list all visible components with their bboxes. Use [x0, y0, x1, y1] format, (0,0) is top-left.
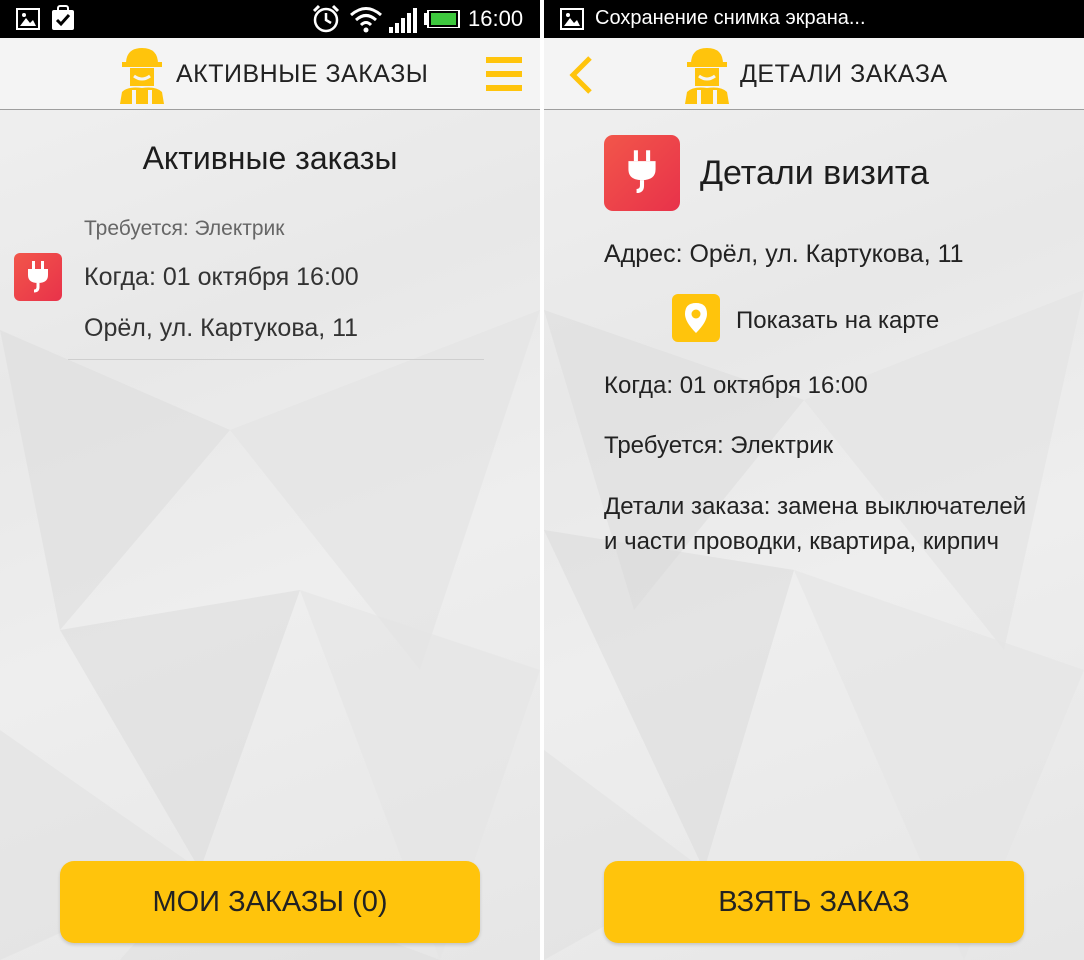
- hamburger-menu-icon[interactable]: [486, 57, 522, 91]
- worker-logo-icon: [685, 48, 729, 104]
- take-order-button[interactable]: ВЗЯТЬ ЗАКАЗ: [604, 861, 1024, 943]
- active-orders-screen: 16:00 АКТИВНЫЕ ЗАКАЗЫ Активные заказы Тр…: [0, 0, 540, 960]
- gallery-icon: [560, 8, 584, 30]
- order-address: Адрес: Орёл, ул. Картукова, 11: [604, 240, 964, 268]
- wifi-icon: [350, 7, 382, 33]
- app-bar-title: ДЕТАЛИ ЗАКАЗА: [740, 60, 948, 88]
- order-when: Когда: 01 октября 16:00: [84, 263, 359, 291]
- map-pin-icon: [685, 303, 707, 333]
- order-details-screen: Сохранение снимка экрана... ДЕТАЛИ ЗАКАЗ…: [544, 0, 1084, 960]
- order-required: Требуется: Электрик: [84, 217, 285, 240]
- gallery-icon: [16, 8, 40, 30]
- list-item[interactable]: Требуется: Электрик Когда: 01 октября 16…: [0, 205, 540, 365]
- order-details-line-1: Детали заказа: замена выключателей: [604, 493, 1027, 520]
- order-required: Требуется: Электрик: [604, 432, 834, 459]
- status-bar: 16:00: [0, 0, 540, 38]
- map-pin-button[interactable]: [672, 294, 720, 342]
- my-orders-button[interactable]: МОИ ЗАКАЗЫ (0): [60, 861, 480, 943]
- list-divider: [68, 359, 484, 360]
- worker-logo-icon: [120, 48, 164, 104]
- plug-icon: [28, 261, 48, 293]
- task-icon: [52, 5, 74, 30]
- show-on-map-link[interactable]: Показать на карте: [736, 307, 939, 335]
- order-type-badge: [604, 135, 680, 211]
- order-type-badge: [14, 253, 62, 301]
- order-details-line-2: и части проводки, квартира, кирпич: [604, 528, 999, 555]
- status-time: 16:00: [468, 6, 524, 31]
- alarm-icon: [312, 4, 340, 33]
- app-bar-title: АКТИВНЫЕ ЗАКАЗЫ: [176, 60, 429, 88]
- order-when: Когда: 01 октября 16:00: [604, 372, 868, 399]
- status-bar: Сохранение снимка экрана...: [544, 0, 1084, 38]
- status-notification-text: Сохранение снимка экрана...: [595, 7, 866, 29]
- battery-icon: [424, 10, 460, 28]
- plug-icon: [628, 150, 656, 194]
- app-bar: ДЕТАЛИ ЗАКАЗА: [544, 38, 1084, 110]
- signal-icon: [389, 8, 417, 33]
- order-address: Орёл, ул. Картукова, 11: [84, 314, 359, 342]
- page-title: Активные заказы: [142, 140, 398, 176]
- chevron-left-icon[interactable]: [568, 55, 594, 95]
- app-bar: АКТИВНЫЕ ЗАКАЗЫ: [0, 38, 540, 110]
- page-title: Детали визита: [700, 154, 929, 192]
